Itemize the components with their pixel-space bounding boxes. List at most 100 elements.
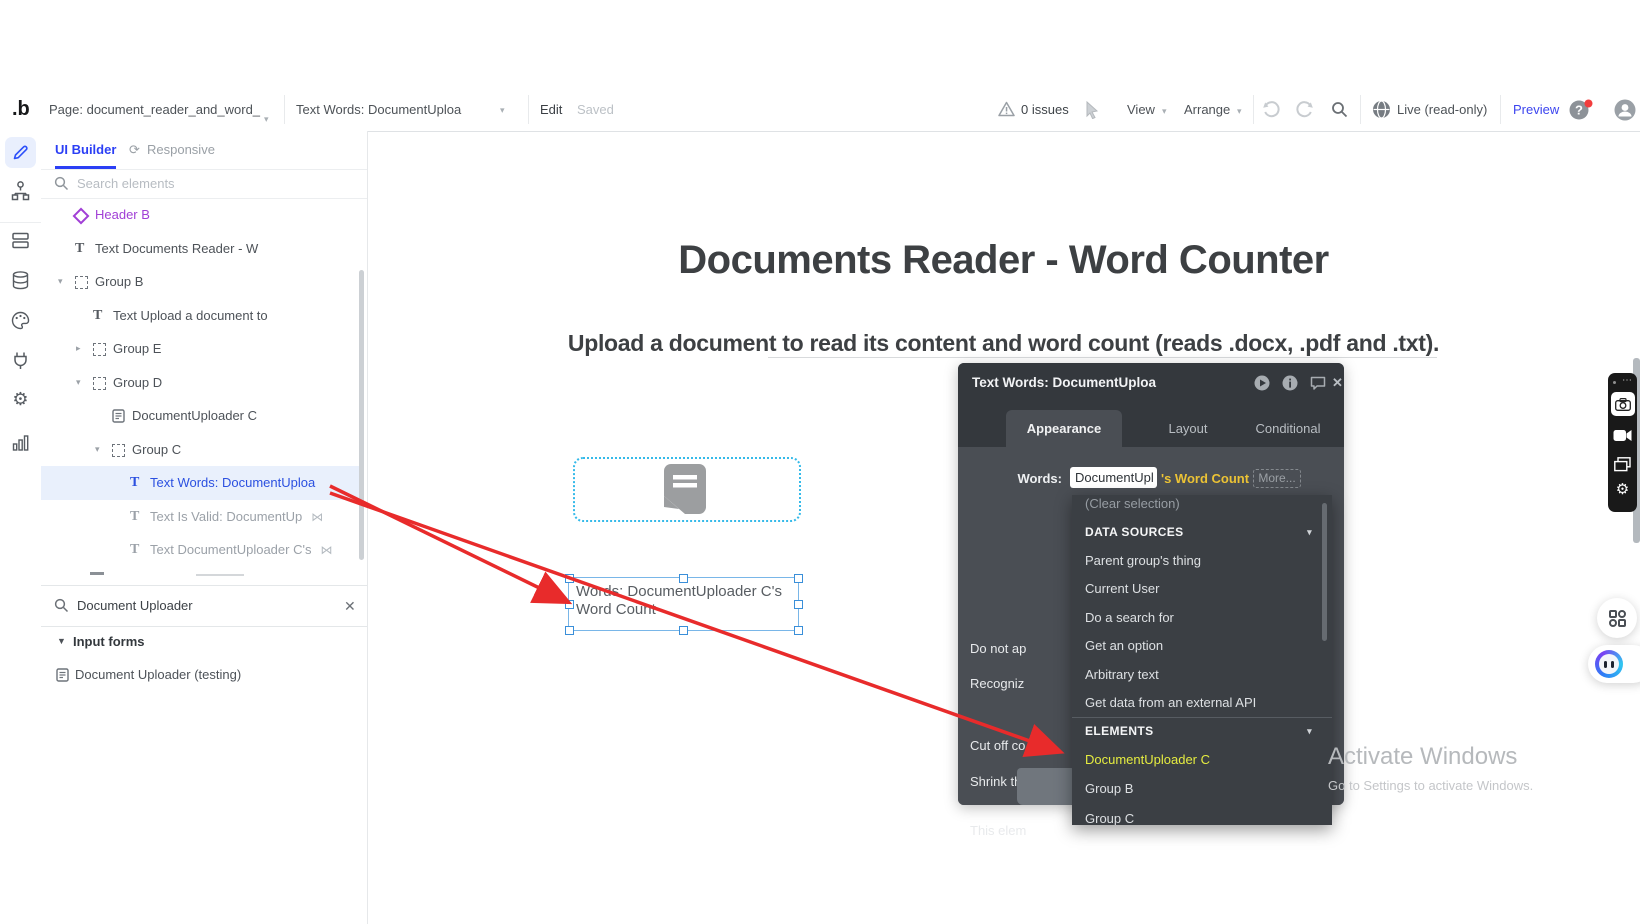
design-tab-active[interactable] [5,137,36,168]
tab-conditional[interactable]: Conditional [1242,410,1334,447]
search-icon[interactable] [1331,101,1348,118]
dropdown-item[interactable]: (Clear selection) [1072,495,1332,518]
run-icon[interactable] [1254,375,1270,391]
database-icon[interactable] [10,270,31,291]
help-icon[interactable]: ? [1568,99,1594,121]
scrollbar[interactable] [1322,503,1327,641]
tree-expander-icon[interactable]: ▾ [58,265,63,299]
style-preview-box[interactable] [1017,768,1075,805]
page-selector[interactable]: Page: document_reader_and_word_ [49,88,260,131]
dropdown-section-header[interactable]: ELEMENTS▾ [1072,717,1332,745]
tab-responsive[interactable]: Responsive [147,131,215,169]
page-subtitle-text[interactable]: Upload a document to read its content an… [367,330,1640,357]
dropdown-section-header[interactable]: DATA SOURCES▾ [1072,518,1332,546]
words-expression-suffix[interactable]: 's Word Count [1161,467,1249,490]
words-expression-input[interactable]: DocumentUpl [1070,467,1157,488]
appearance-option-label[interactable]: This elem [970,821,1068,841]
tree-item[interactable]: TText Upload a document to [41,299,362,333]
plugins-icon[interactable] [10,350,31,371]
data-source-dropdown: (Clear selection)DATA SOURCES▾Parent gro… [1072,495,1332,825]
apps-grid-icon [1609,619,1617,627]
video-record-icon[interactable] [1613,429,1632,442]
palette-item-document-uploader[interactable]: Document Uploader (testing) [41,658,367,691]
tree-item[interactable]: ▾Group B [41,265,362,299]
tab-ui-builder[interactable]: UI Builder [55,131,116,169]
tree-item[interactable]: TText Words: DocumentUploa [41,466,362,500]
clear-search-icon[interactable]: ✕ [344,586,356,626]
appearance-option-label[interactable]: Do not ap [970,639,1068,659]
live-mode-label[interactable]: Live (read-only) [1397,88,1487,131]
components-icon[interactable] [10,230,31,251]
styles-palette-icon[interactable] [10,310,31,331]
cursor-icon[interactable] [1084,101,1100,119]
appearance-option-label[interactable]: Recogniz [970,674,1068,694]
watermark-line1: Activate Windows [1328,743,1533,771]
window-capture-icon[interactable] [1614,457,1631,472]
dropdown-item[interactable]: DocumentUploader C [1072,746,1332,774]
apps-grid-button[interactable] [1597,598,1637,638]
property-editor-header[interactable]: Text Words: DocumentUploa ✕ Appearance L… [958,363,1344,447]
dropdown-item[interactable]: Parent group's thing [1072,547,1332,575]
settings-gear-icon[interactable]: ⚙ [10,389,31,410]
preview-button[interactable]: Preview [1513,88,1559,131]
element-search[interactable]: Search elements [41,169,367,199]
element-picker-search[interactable]: Document Uploader ✕ [41,585,367,627]
dropdown-item[interactable]: Get data from an external API [1072,689,1332,717]
page-title-text[interactable]: Documents Reader - Word Counter [367,238,1640,283]
tree-item[interactable]: TText Is Valid: DocumentUp⋈ [41,500,362,534]
view-menu[interactable]: View [1127,88,1155,131]
search-input-value[interactable]: Document Uploader [77,586,193,626]
tree-item-label: Group C [132,433,181,467]
screenshot-button[interactable] [1611,392,1635,416]
section-input-forms[interactable]: ▼ Input forms [41,625,367,658]
selection-handle[interactable] [565,574,574,583]
tree-item[interactable]: TText DocumentUploader C's⋈ [41,533,362,567]
globe-icon [1372,100,1391,119]
tree-item[interactable]: DocumentUploader C [41,399,362,433]
tree-item[interactable]: ▸Group E [41,332,362,366]
logs-chart-icon[interactable] [10,432,31,453]
redo-icon[interactable] [1296,101,1314,119]
dropdown-item[interactable]: Group B [1072,775,1332,803]
more-expression-button[interactable]: More... [1253,469,1301,488]
dropdown-item[interactable]: Group C [1072,805,1332,825]
issues-counter[interactable]: 0 issues [1021,88,1069,131]
tab-layout[interactable]: Layout [1148,410,1228,447]
selection-handle[interactable] [794,574,803,583]
tree-expander-icon[interactable]: ▾ [76,366,81,400]
avatar[interactable] [1614,99,1636,121]
tree-expander-icon[interactable]: ▸ [76,332,81,366]
tree-item[interactable]: ▾ Group C [41,433,362,467]
selection-handle[interactable] [565,626,574,635]
document-uploader-element[interactable] [573,457,801,522]
comment-icon[interactable] [1310,376,1326,391]
undo-icon[interactable] [1262,101,1280,119]
bubble-logo[interactable]: .b [12,88,30,131]
settings-gear-icon[interactable]: ⚙ [1608,480,1637,498]
selection-handle[interactable] [679,574,688,583]
selected-text-element[interactable]: Words: DocumentUploader C's Word Count [568,577,799,631]
selection-handle[interactable] [565,600,574,609]
more-options-icon[interactable]: ⋯ [1622,375,1633,386]
ai-assistant-button[interactable] [1588,645,1640,683]
close-icon[interactable]: ✕ [1332,363,1343,403]
selection-handle[interactable] [794,626,803,635]
workflow-icon[interactable] [10,180,31,201]
selection-handle[interactable] [794,600,803,609]
tree-item[interactable]: ▾Group D [41,366,362,400]
dropdown-item[interactable]: Get an option [1072,632,1332,660]
selection-handle[interactable] [679,626,688,635]
dropdown-item[interactable]: Current User [1072,575,1332,603]
info-icon[interactable] [1282,375,1298,391]
element-selector[interactable]: Text Words: DocumentUploa [296,88,461,131]
dropdown-item[interactable]: Arbitrary text [1072,661,1332,689]
tree-expander-icon[interactable]: ▾ [95,433,100,467]
appearance-option-label[interactable]: Cut off co [970,736,1068,756]
dropdown-item[interactable]: Do a search for [1072,604,1332,632]
edit-mode-button[interactable]: Edit [540,88,562,131]
tab-appearance[interactable]: Appearance [1006,410,1122,447]
tree-item[interactable]: TText Documents Reader - W [41,232,362,266]
tree-item[interactable]: Header B [41,198,362,232]
scrollbar[interactable] [359,270,364,560]
arrange-menu[interactable]: Arrange [1184,88,1230,131]
